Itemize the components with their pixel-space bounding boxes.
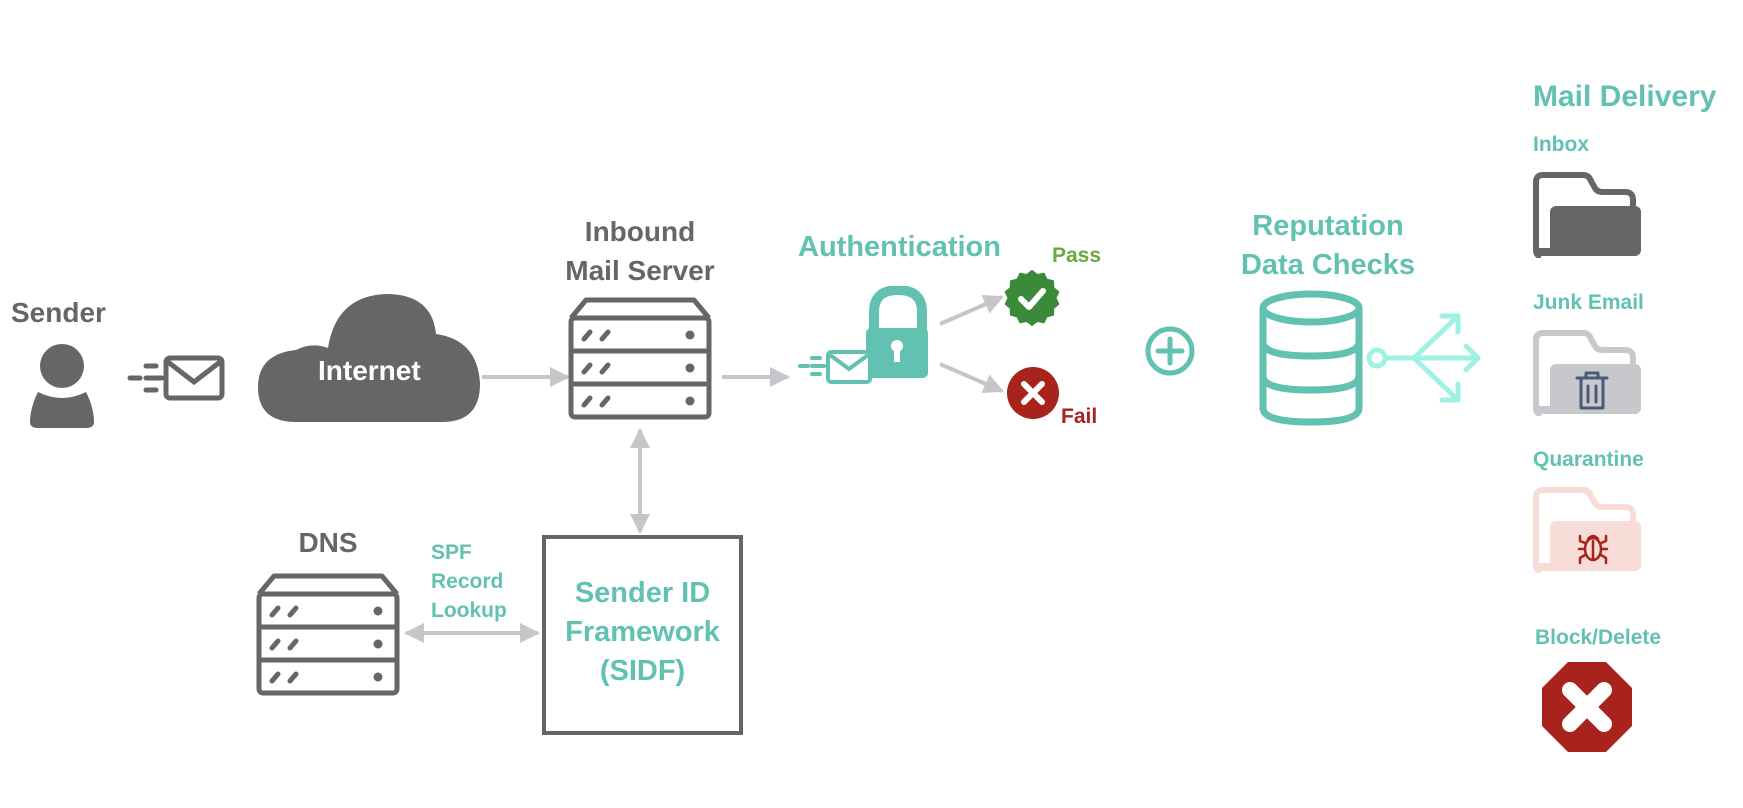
arrow-auth-to-fail (939, 362, 1004, 393)
sidf-label: Sender ID Framework (SIDF) (542, 574, 743, 691)
delivery-option-quarantine-label: Quarantine (1533, 448, 1644, 471)
reputation-label-line2: Data Checks (1240, 249, 1416, 281)
inbound-server-label-line1: Inbound (584, 216, 696, 247)
server-icon (568, 297, 712, 420)
sidf-line1: Sender ID (574, 577, 711, 609)
spf-lookup-label: SPF Record Lookup (431, 538, 507, 625)
split-arrows-icon (1366, 313, 1481, 403)
trash-folder-icon (1533, 330, 1641, 416)
folder-icon (1533, 172, 1641, 258)
spf-line3: Lookup (431, 599, 507, 622)
check-badge-icon (1004, 270, 1060, 326)
plus-circle-icon (1145, 326, 1195, 376)
delivery-option-inbox-label: Inbox (1533, 133, 1589, 156)
database-icon (1259, 290, 1363, 426)
pass-label: Pass (1052, 244, 1102, 267)
delivery-option-junk-label: Junk Email (1533, 291, 1644, 314)
sidf-line2: Framework (565, 616, 720, 648)
dns-server-icon (256, 573, 400, 696)
delivery-title: Mail Delivery (1533, 80, 1717, 113)
spf-line2: Record (431, 570, 504, 593)
authentication-label: Authentication (798, 231, 1001, 263)
dns-label: DNS (298, 527, 358, 558)
internet-label: Internet (318, 355, 421, 386)
reputation-label-line1: Reputation (1252, 210, 1404, 242)
delivery-option-block-label: Block/Delete (1535, 626, 1662, 649)
inbound-server-label: Inbound Mail Server (540, 212, 740, 290)
spf-line1: SPF (431, 541, 472, 564)
stop-x-icon (1542, 662, 1632, 752)
arrow-auth-to-pass (939, 295, 1004, 326)
fail-label: Fail (1061, 405, 1098, 428)
sent-mail-icon (127, 355, 225, 401)
bug-folder-icon (1533, 487, 1641, 573)
sender-label: Sender (11, 297, 106, 328)
user-icon (30, 344, 94, 428)
sidf-line3: (SIDF) (599, 655, 686, 687)
lock-mail-icon (798, 286, 928, 384)
reputation-label: Reputation Data Checks (1228, 207, 1428, 285)
inbound-server-label-line2: Mail Server (565, 255, 715, 286)
x-circle-icon (1007, 367, 1059, 419)
